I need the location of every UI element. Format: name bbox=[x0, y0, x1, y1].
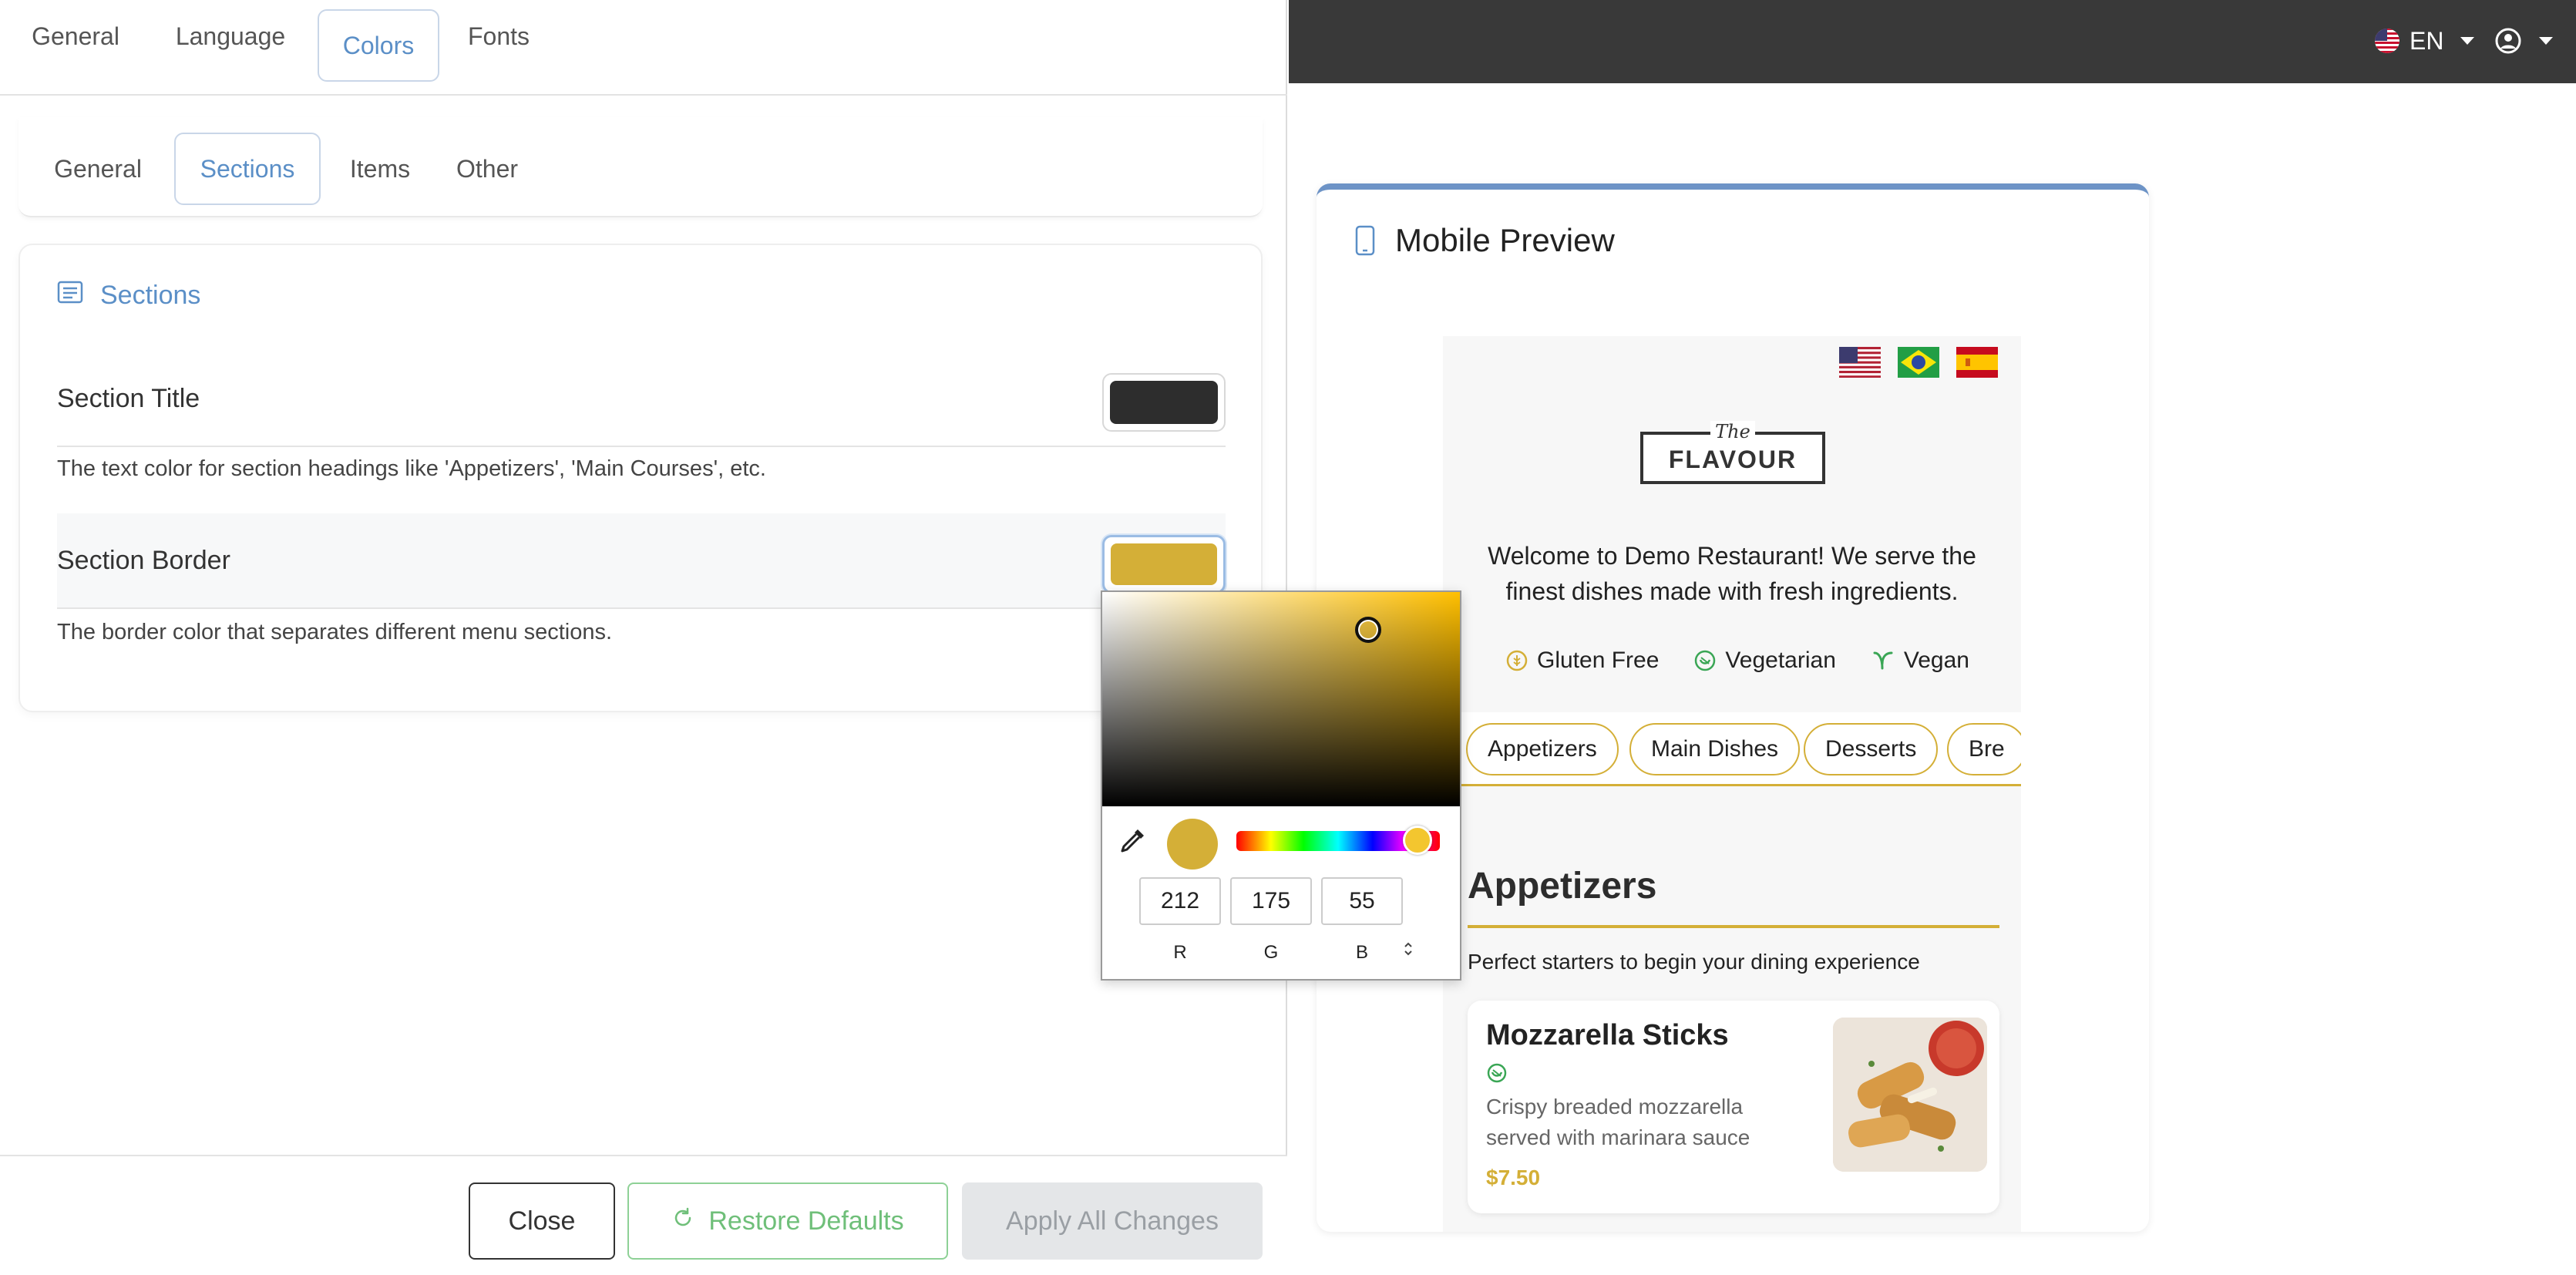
category-desserts[interactable]: Desserts bbox=[1804, 723, 1939, 775]
mobile-menu-preview: The FLAVOUR Welcome to Demo Restaurant! … bbox=[1443, 336, 2021, 1232]
tab-colors[interactable]: Colors bbox=[318, 9, 439, 82]
top-tab-bar: General Language Colors Fonts bbox=[0, 0, 1287, 96]
spain-flag-icon[interactable] bbox=[1956, 347, 1998, 378]
section-description: Perfect starters to begin your dining ex… bbox=[1468, 950, 1920, 974]
section-border-color-swatch[interactable] bbox=[1102, 535, 1226, 594]
vegan-leaf-icon bbox=[1873, 651, 1893, 670]
category-breakfast[interactable]: Bre bbox=[1947, 723, 2021, 775]
chevron-down-icon bbox=[2460, 37, 2475, 45]
refresh-icon bbox=[671, 1206, 694, 1236]
language-code: EN bbox=[2410, 26, 2444, 55]
brazil-flag-icon[interactable] bbox=[1898, 347, 1939, 378]
diet-gluten-free: Gluten Free bbox=[1506, 648, 1659, 674]
saturation-value-area[interactable] bbox=[1102, 592, 1460, 806]
blue-label: B bbox=[1355, 942, 1368, 963]
us-flag-icon[interactable] bbox=[1839, 347, 1881, 378]
welcome-message: Welcome to Demo Restaurant! We serve the… bbox=[1488, 542, 1976, 605]
mobile-phone-icon bbox=[1355, 225, 1375, 256]
item-photo bbox=[1833, 1018, 1987, 1172]
top-navbar: EN bbox=[1289, 0, 2576, 83]
language-dropdown[interactable]: EN bbox=[2374, 22, 2475, 60]
section-border-label: Section Border bbox=[57, 545, 230, 575]
subtab-general[interactable]: General bbox=[39, 133, 157, 205]
section-title-description: The text color for section headings like… bbox=[57, 456, 766, 481]
section-border-row: Section Border bbox=[57, 513, 1226, 609]
section-title-color-swatch[interactable] bbox=[1102, 373, 1226, 432]
item-price: $7.50 bbox=[1486, 1166, 1541, 1189]
section-title-row: Section Title bbox=[57, 352, 1226, 447]
red-label: R bbox=[1173, 942, 1187, 963]
list-icon bbox=[57, 281, 83, 311]
current-color-preview bbox=[1167, 819, 1218, 870]
preview-title: Mobile Preview bbox=[1395, 222, 1615, 258]
section-border-description: The border color that separates differen… bbox=[57, 620, 613, 644]
section-heading: Appetizers bbox=[1468, 865, 1999, 928]
diet-vegetarian: Vegetarian bbox=[1694, 648, 1836, 674]
tab-general[interactable]: General bbox=[8, 0, 143, 72]
category-appetizers[interactable]: Appetizers bbox=[1466, 723, 1619, 775]
hue-slider-thumb[interactable] bbox=[1403, 826, 1432, 855]
subtab-items[interactable]: Items bbox=[335, 133, 425, 205]
logo-the-text: The bbox=[1643, 421, 1822, 442]
category-main-dishes[interactable]: Main Dishes bbox=[1629, 723, 1801, 775]
green-input[interactable]: 175 bbox=[1230, 877, 1312, 925]
restaurant-logo: The FLAVOUR bbox=[1640, 421, 1825, 484]
item-description: Crispy breaded mozzarella served with ma… bbox=[1486, 1095, 1750, 1149]
diet-vegan: Vegan bbox=[1871, 648, 1969, 674]
green-label: G bbox=[1263, 942, 1279, 963]
eyedropper-icon[interactable] bbox=[1118, 825, 1148, 856]
color-picker-popup: 212 175 55 R G B bbox=[1101, 590, 1461, 981]
category-nav: Appetizers Main Dishes Desserts Bre bbox=[1443, 712, 2021, 786]
footer-actions: Close Restore Defaults Apply All Changes bbox=[0, 1155, 1287, 1275]
vegetarian-badge-icon bbox=[1486, 1062, 1508, 1088]
gluten-free-icon bbox=[1506, 650, 1528, 671]
vegetarian-icon bbox=[1695, 650, 1716, 671]
tab-fonts[interactable]: Fonts bbox=[452, 0, 546, 72]
preview-header: Mobile Preview bbox=[1355, 222, 1615, 259]
card-title: Sections bbox=[100, 280, 201, 310]
preview-panel: EN Mobile Preview The FLAVOUR Welcome to… bbox=[1289, 0, 2576, 1275]
tab-language[interactable]: Language bbox=[159, 0, 302, 72]
menu-item-card[interactable]: Mozzarella Sticks Crispy breaded mozzare… bbox=[1468, 1001, 1999, 1213]
format-toggle-icon[interactable] bbox=[1403, 940, 1414, 962]
sub-tab-bar: General Sections Items Other bbox=[18, 117, 1263, 217]
subtab-other[interactable]: Other bbox=[441, 133, 533, 205]
logo-name-text: FLAVOUR bbox=[1668, 446, 1797, 473]
card-header: Sections bbox=[57, 276, 200, 315]
sections-card: Sections Section Title The text color fo… bbox=[18, 244, 1263, 712]
saturation-cursor[interactable] bbox=[1355, 617, 1381, 643]
dietary-legend: Gluten Free Vegetarian Vegan bbox=[1506, 648, 1969, 674]
restore-defaults-button[interactable]: Restore Defaults bbox=[627, 1182, 948, 1260]
chevron-down-icon bbox=[2539, 37, 2553, 45]
user-avatar-icon bbox=[2495, 28, 2521, 54]
apply-all-changes-button[interactable]: Apply All Changes bbox=[962, 1182, 1263, 1260]
language-flags bbox=[1839, 347, 1998, 378]
item-name: Mozzarella Sticks bbox=[1486, 1019, 1729, 1051]
us-flag-icon bbox=[2375, 29, 2399, 53]
hue-slider[interactable] bbox=[1236, 826, 1440, 855]
blue-input[interactable]: 55 bbox=[1321, 877, 1403, 925]
subtab-sections[interactable]: Sections bbox=[174, 133, 321, 205]
settings-panel: General Language Colors Fonts General Se… bbox=[0, 0, 1287, 1275]
close-button[interactable]: Close bbox=[469, 1182, 615, 1260]
restore-defaults-label: Restore Defaults bbox=[708, 1206, 904, 1236]
user-menu[interactable] bbox=[2494, 22, 2553, 60]
section-title-label: Section Title bbox=[57, 383, 200, 413]
red-input[interactable]: 212 bbox=[1139, 877, 1221, 925]
